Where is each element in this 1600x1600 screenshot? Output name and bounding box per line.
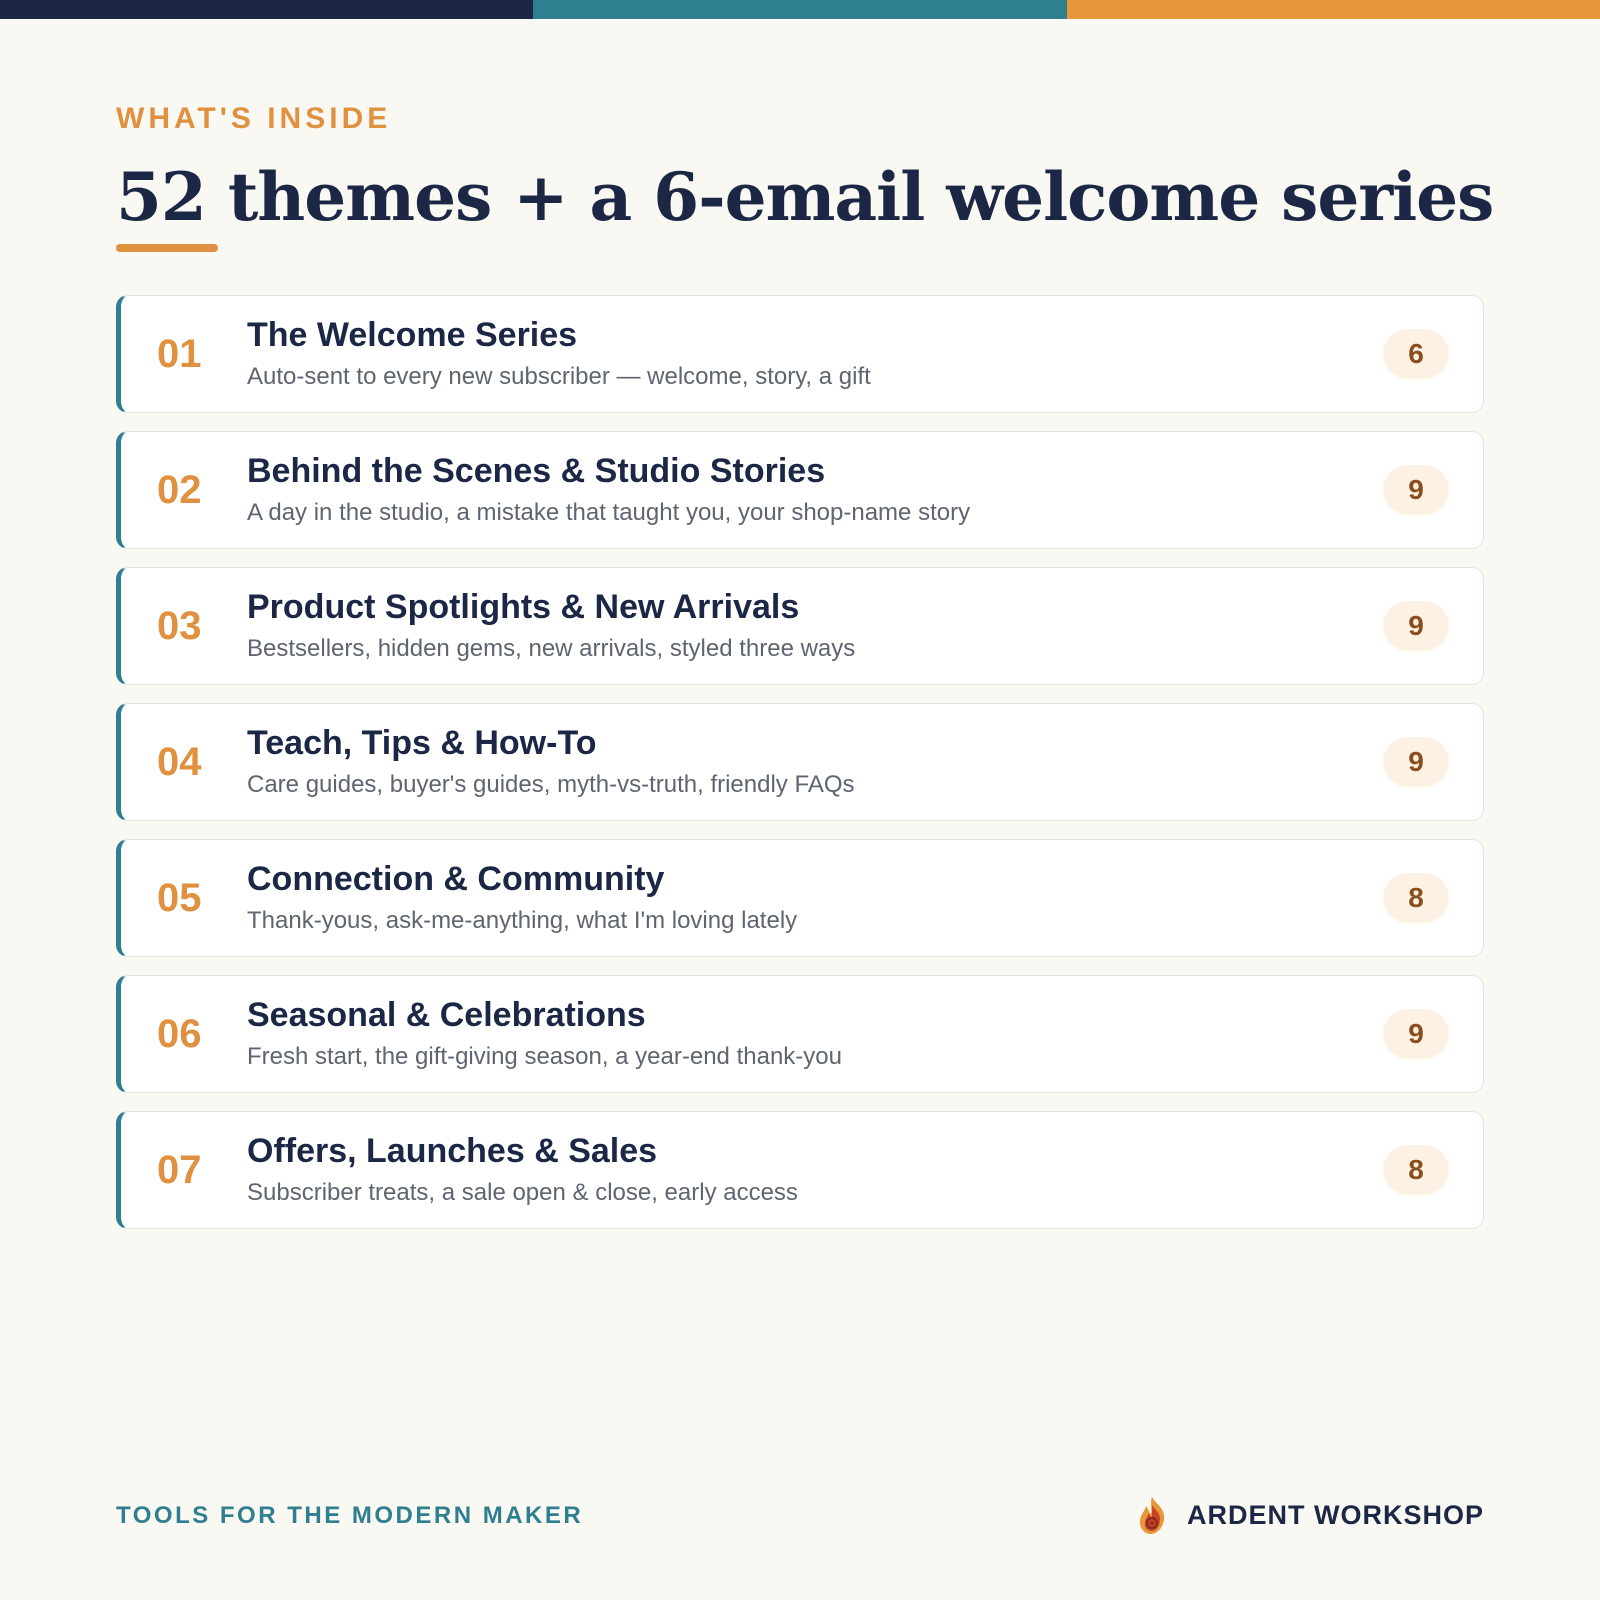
theme-title: The Welcome Series	[247, 316, 578, 355]
theme-text: Product Spotlights & New Arrivals Bestse…	[247, 588, 1483, 662]
theme-number: 01	[157, 331, 202, 376]
page-title: 52 themes + a 6-email welcome series	[116, 158, 1494, 236]
theme-description: Auto-sent to every new subscriber — welc…	[247, 362, 871, 390]
theme-text: Seasonal & Celebrations Fresh start, the…	[247, 996, 1483, 1070]
theme-text: Offers, Launches & Sales Subscriber trea…	[247, 1132, 1483, 1206]
theme-number: 07	[157, 1147, 202, 1192]
theme-card: 03 Product Spotlights & New Arrivals Bes…	[116, 567, 1484, 685]
theme-count-badge: 9	[1383, 737, 1449, 787]
theme-count-badge: 9	[1383, 601, 1449, 651]
theme-text: Connection & Community Thank-yous, ask-m…	[247, 860, 1483, 934]
title-underline	[116, 244, 218, 252]
theme-description: Bestsellers, hidden gems, new arrivals, …	[247, 634, 856, 662]
theme-text: Behind the Scenes & Studio Stories A day…	[247, 452, 1483, 526]
theme-number: 06	[157, 1011, 202, 1056]
flame-gear-icon	[1139, 1497, 1165, 1534]
theme-title: Offers, Launches & Sales	[247, 1132, 658, 1171]
theme-card: 05 Connection & Community Thank-yous, as…	[116, 839, 1484, 957]
top-color-bar	[0, 0, 1600, 19]
theme-card: 02 Behind the Scenes & Studio Stories A …	[116, 431, 1484, 549]
footer-tagline: TOOLS FOR THE MODERN MAKER	[116, 1502, 584, 1529]
theme-description: Subscriber treats, a sale open & close, …	[247, 1178, 798, 1206]
theme-card: 07 Offers, Launches & Sales Subscriber t…	[116, 1111, 1484, 1229]
theme-description: Care guides, buyer's guides, myth-vs-tru…	[247, 770, 855, 798]
theme-list: 01 The Welcome Series Auto-sent to every…	[116, 295, 1484, 1247]
theme-number: 02	[157, 467, 202, 512]
brand-name: ARDENT WORKSHOP	[1187, 1499, 1484, 1530]
top-bar-teal-segment	[533, 0, 1067, 19]
theme-text: The Welcome Series Auto-sent to every ne…	[247, 316, 1483, 390]
theme-number: 04	[157, 739, 202, 784]
theme-title: Seasonal & Celebrations	[247, 996, 646, 1035]
top-bar-orange-segment	[1066, 0, 1600, 19]
eyebrow-label: WHAT'S INSIDE	[116, 102, 392, 135]
top-bar-navy-segment	[0, 0, 534, 19]
theme-count-badge: 8	[1383, 1145, 1449, 1195]
theme-text: Teach, Tips & How-To Care guides, buyer'…	[247, 724, 1483, 798]
theme-description: Thank-yous, ask-me-anything, what I'm lo…	[247, 906, 798, 934]
theme-description: A day in the studio, a mistake that taug…	[247, 498, 971, 526]
theme-number: 05	[157, 875, 202, 920]
theme-count-badge: 9	[1383, 465, 1449, 515]
theme-title: Connection & Community	[247, 860, 665, 899]
theme-card: 04 Teach, Tips & How-To Care guides, buy…	[116, 703, 1484, 821]
theme-card: 01 The Welcome Series Auto-sent to every…	[116, 295, 1484, 413]
theme-count-badge: 9	[1383, 1009, 1449, 1059]
theme-description: Fresh start, the gift-giving season, a y…	[247, 1042, 842, 1070]
theme-title: Teach, Tips & How-To	[247, 724, 597, 763]
theme-number: 03	[157, 603, 202, 648]
theme-count-badge: 6	[1383, 329, 1449, 379]
theme-title: Product Spotlights & New Arrivals	[247, 588, 800, 627]
theme-count-badge: 8	[1383, 873, 1449, 923]
theme-title: Behind the Scenes & Studio Stories	[247, 452, 826, 491]
brand-lockup: ARDENT WORKSHOP	[1135, 1495, 1484, 1535]
theme-card: 06 Seasonal & Celebrations Fresh start, …	[116, 975, 1484, 1093]
